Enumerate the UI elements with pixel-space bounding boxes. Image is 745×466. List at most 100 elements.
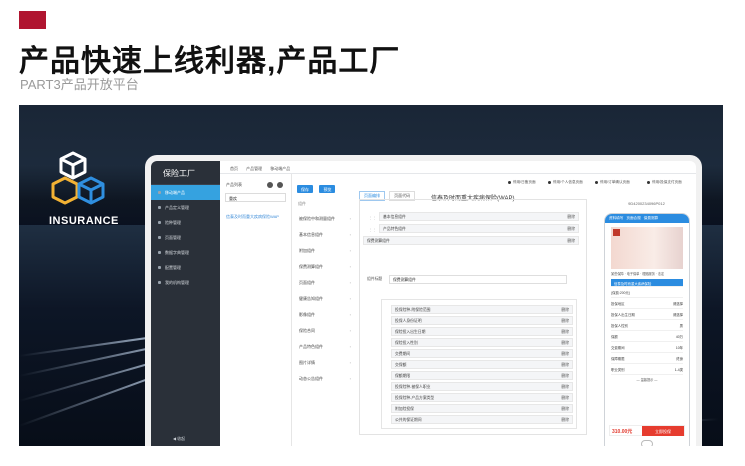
nested-block[interactable]: 交费期间 删除 — [391, 349, 573, 358]
delete-button[interactable]: 删除 — [561, 407, 569, 412]
radio-icon — [647, 180, 650, 184]
row-value[interactable]: 1-4类 — [675, 367, 683, 372]
form-row[interactable]: 职业类别 1-4类 — [611, 367, 683, 375]
op-payment-page[interactable]: 停用/投保支付页面 — [647, 180, 682, 185]
delete-button[interactable]: 删除 — [561, 308, 569, 313]
nav-mobile-product[interactable]: 移动端产品 — [270, 166, 290, 171]
delete-button[interactable]: 删除 — [561, 352, 569, 357]
component-item[interactable]: 基本信息组件 › — [293, 227, 355, 243]
product-link[interactable]: 信泰及时而重大疾病保险WAP — [226, 214, 291, 220]
radio-icon — [548, 180, 551, 184]
menu-icon — [158, 221, 161, 224]
sidebar-item-config[interactable]: 配置管理 — [151, 260, 220, 275]
op-label: 停用/个人信息页面 — [553, 180, 583, 184]
nested-block[interactable]: 公共的保证期间 删除 — [391, 415, 573, 424]
block-label: 保额期限 — [395, 374, 411, 378]
drag-handle-icon[interactable]: ⋮⋮ — [369, 216, 376, 220]
block-label: 投保险种-被保人职业 — [395, 385, 431, 389]
settings-icon[interactable] — [277, 182, 283, 188]
preview-button[interactable]: 预览 — [319, 185, 336, 193]
sidebar-item-org[interactable]: 我的机构管理 — [151, 275, 220, 290]
drag-handle-icon[interactable]: ⋮⋮ — [369, 228, 376, 232]
chevron-right-icon: › — [349, 216, 351, 221]
delete-button[interactable]: 删除 — [561, 385, 569, 390]
form-row[interactable]: 投保人性别 男 — [611, 323, 683, 331]
page-subtitle: PART3产品开放平台 — [20, 77, 139, 92]
monitor-screen: 保险工厂 移动端产品 产品定义管理 险种管理 页面管理 数据字典管理 配置管理 … — [145, 155, 702, 446]
delete-button[interactable]: 删除 — [561, 319, 569, 324]
form-row[interactable]: 投保人出生日期 请选择 — [611, 312, 683, 320]
component-item[interactable]: 被保险中和测量组件 › — [293, 211, 355, 227]
product-search-input[interactable]: 重疾 — [225, 193, 286, 202]
delete-button[interactable]: 删除 — [561, 418, 569, 423]
canvas-block[interactable]: 产品特色组件 删除 — [379, 224, 579, 233]
component-list: 组件 被保险中和测量组件 › 基本信息组件 › 附加组件 › 保费测算组件 › 页面组件… — [293, 197, 355, 446]
row-value[interactable]: 请选择 — [673, 312, 683, 317]
sidebar-item-mobile-product[interactable]: 移动端产品 — [151, 185, 220, 200]
component-list-label: 组件 — [298, 201, 306, 206]
delete-button[interactable]: 删除 — [567, 227, 575, 232]
nav-home[interactable]: 首页 — [230, 166, 238, 171]
op-personal-page[interactable]: 停用/个人信息页面 — [548, 180, 583, 185]
component-item[interactable]: 动态公告组件 › — [293, 371, 355, 387]
preview-tab-fill[interactable]: 资料填写 — [609, 216, 623, 220]
delete-button[interactable]: 删除 — [567, 239, 575, 244]
component-item[interactable]: 图片详情 › — [293, 355, 355, 371]
nested-block[interactable]: 投保险种-被保人职业 删除 — [391, 382, 573, 391]
delete-button[interactable]: 删除 — [561, 330, 569, 335]
sidebar-item-pages[interactable]: 页面管理 — [151, 230, 220, 245]
delete-button[interactable]: 删除 — [561, 374, 569, 379]
nested-block[interactable]: 交保额 删除 — [391, 360, 573, 369]
product-name-bar: 信泰及时而重大疾病保险 — [611, 279, 683, 287]
op-daily-page[interactable]: 停用/日备页面 — [508, 180, 536, 185]
row-key: 投保人出生日期 — [611, 313, 635, 317]
block-label: 投保险种-产品方案类型 — [395, 396, 435, 400]
sidebar-item-dictionary[interactable]: 数据字典管理 — [151, 245, 220, 260]
op-confirm-page[interactable]: 停用/订单确认页面 — [595, 180, 630, 185]
delete-button[interactable]: 删除 — [567, 215, 575, 220]
nested-block[interactable]: 投保险种-附保险范围 删除 — [391, 305, 573, 314]
nested-block[interactable]: 投保险种-产品方案类型 删除 — [391, 393, 573, 402]
save-button[interactable]: 保存 — [297, 185, 313, 193]
form-row[interactable]: 投保地区 请选择 — [611, 301, 683, 309]
phone-home-button — [641, 440, 653, 446]
nested-block[interactable]: 保险投入出生日期 删除 — [391, 327, 573, 336]
component-item[interactable]: 保费测算组件 › — [293, 259, 355, 275]
component-item[interactable]: 影像组件 › — [293, 307, 355, 323]
delete-button[interactable]: 删除 — [561, 363, 569, 368]
sidebar-item-product-definition[interactable]: 产品定义管理 — [151, 200, 220, 215]
collapse-button[interactable]: ◀ 收起 — [173, 436, 185, 442]
component-item[interactable]: 产品特色组件 › — [293, 339, 355, 355]
canvas-block[interactable]: 基本信息组件 删除 — [379, 212, 579, 221]
component-item-label: 产品特色组件 — [299, 344, 323, 349]
preview-tab-premium[interactable]: 保费测算 — [644, 216, 658, 220]
nested-block[interactable]: 保险投入性别 删除 — [391, 338, 573, 347]
nav-product-manage[interactable]: 产品管理 — [246, 166, 262, 171]
preview-tab-compliance[interactable]: 页面合规 — [626, 216, 640, 220]
component-item[interactable]: 附加组件 › — [293, 243, 355, 259]
delete-button[interactable]: 删除 — [561, 341, 569, 346]
row-value[interactable]: 男 — [680, 323, 683, 328]
component-title-input[interactable]: 保费测算组件 — [389, 275, 567, 284]
component-item[interactable]: 页面组件 › — [293, 275, 355, 291]
row-value[interactable]: 终身 — [676, 356, 683, 361]
component-item[interactable]: 健康告知组件 › — [293, 291, 355, 307]
buy-now-button[interactable]: 立即投保 — [642, 426, 684, 436]
delete-button[interactable]: 删除 — [561, 396, 569, 401]
add-icon[interactable] — [267, 182, 273, 188]
nested-block[interactable]: 附加险投保 删除 — [391, 404, 573, 413]
canvas-block-expanded[interactable]: 保费测算组件 删除 — [363, 236, 579, 245]
component-item[interactable]: 保险合同 › — [293, 323, 355, 339]
row-value[interactable]: 40万 — [676, 334, 683, 339]
nested-block[interactable]: 保额期限 删除 — [391, 371, 573, 380]
row-value[interactable]: 10年 — [676, 345, 683, 350]
row-value[interactable]: 请选择 — [673, 301, 683, 306]
form-row[interactable]: 交费期间 10年 — [611, 345, 683, 353]
brand-text: INSURANCE — [49, 215, 119, 227]
component-title-row: 组件标题 保费测算组件 — [367, 275, 575, 285]
block-label: 附加险投保 — [395, 407, 414, 411]
nested-block[interactable]: 投保人身份证明 删除 — [391, 316, 573, 325]
form-row[interactable]: 保额 40万 — [611, 334, 683, 342]
sidebar-item-coverage[interactable]: 险种管理 — [151, 215, 220, 230]
form-row[interactable]: 保障期限 终身 — [611, 356, 683, 364]
